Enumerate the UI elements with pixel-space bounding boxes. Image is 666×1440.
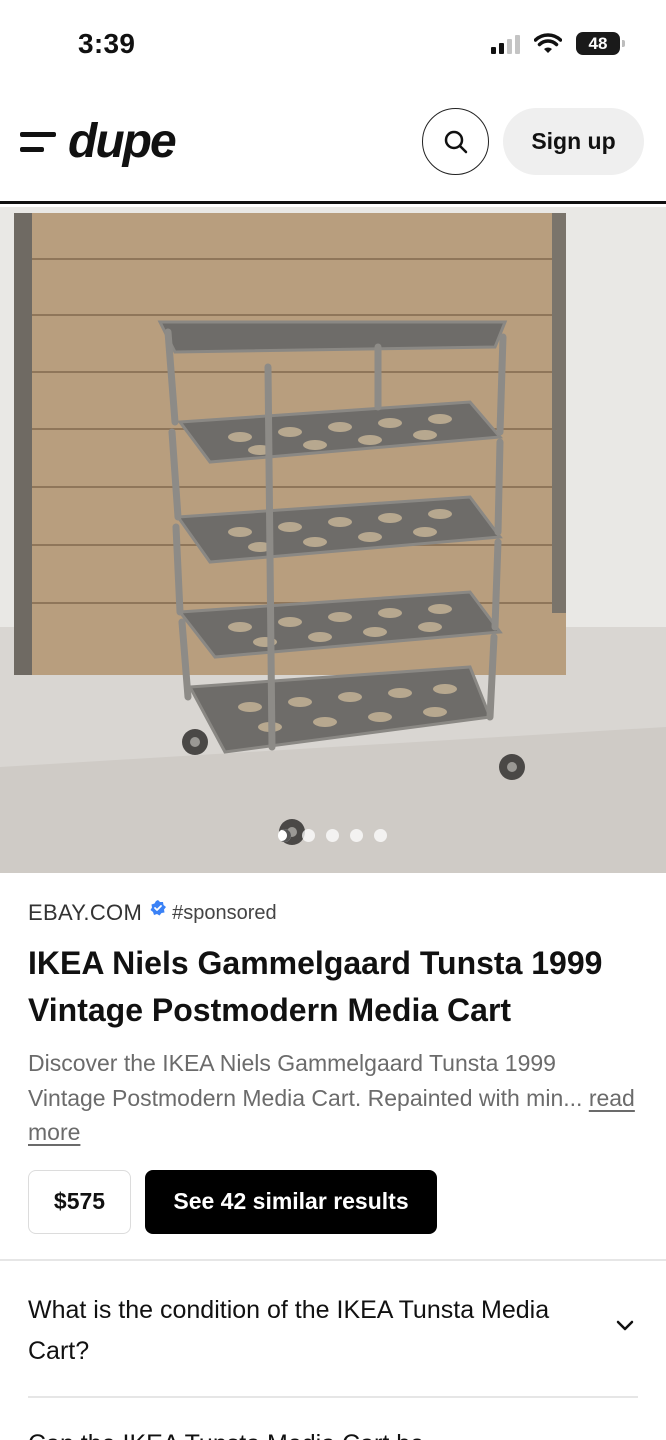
see-similar-results-button[interactable]: See 42 similar results bbox=[145, 1169, 437, 1234]
faq-question: Can the IKEA Tunsta Media Cart be bbox=[28, 1424, 568, 1440]
status-bar: 3:39 48 bbox=[0, 0, 666, 90]
chevron-down-icon bbox=[616, 1320, 634, 1331]
image-pagination[interactable] bbox=[278, 829, 387, 842]
media-cart-photo bbox=[0, 207, 666, 873]
wifi-icon bbox=[534, 32, 562, 53]
sign-up-button[interactable]: Sign up bbox=[503, 108, 644, 175]
pagination-dot[interactable] bbox=[374, 829, 387, 842]
app-header: dupe Sign up bbox=[0, 100, 666, 204]
faq-question: What is the condition of the IKEA Tunsta… bbox=[28, 1296, 550, 1365]
pagination-dot[interactable] bbox=[302, 829, 315, 842]
battery-icon: 48 bbox=[576, 32, 625, 55]
cellular-signal-icon bbox=[491, 34, 520, 54]
battery-level: 48 bbox=[588, 33, 608, 53]
logo-text: dupe bbox=[68, 115, 177, 168]
status-icons: 48 bbox=[491, 32, 625, 55]
description-text: Discover the IKEA Niels Gammelgaard Tuns… bbox=[28, 1050, 583, 1111]
search-button[interactable] bbox=[422, 108, 489, 175]
product-description: Discover the IKEA Niels Gammelgaard Tuns… bbox=[28, 1046, 638, 1150]
search-icon bbox=[444, 130, 467, 153]
status-time: 3:39 bbox=[78, 28, 136, 59]
dupe-logo[interactable]: dupe bbox=[20, 114, 177, 169]
price-chip[interactable]: $575 bbox=[28, 1169, 131, 1234]
faq-item[interactable]: What is the condition of the IKEA Tunsta… bbox=[28, 1290, 638, 1398]
sponsored-tag: #sponsored bbox=[172, 901, 277, 924]
menu-lines-icon bbox=[20, 129, 56, 155]
product-title: IKEA Niels Gammelgaard Tunsta 1999 Vinta… bbox=[28, 945, 603, 1028]
faq-item[interactable]: Can the IKEA Tunsta Media Cart be bbox=[28, 1424, 638, 1440]
verified-badge-icon bbox=[150, 900, 167, 916]
pagination-dot[interactable] bbox=[278, 829, 291, 842]
product-info: EBAY.COM #sponsored IKEA Niels Gammelgaa… bbox=[28, 900, 638, 1234]
product-image[interactable] bbox=[0, 207, 666, 873]
section-divider bbox=[0, 1259, 666, 1261]
product-actions: $575 See 42 similar results bbox=[28, 1169, 638, 1234]
pagination-dot[interactable] bbox=[326, 829, 339, 842]
source-name[interactable]: EBAY.COM bbox=[28, 900, 142, 926]
pagination-dot[interactable] bbox=[350, 829, 363, 842]
source-row: EBAY.COM #sponsored bbox=[28, 900, 638, 926]
